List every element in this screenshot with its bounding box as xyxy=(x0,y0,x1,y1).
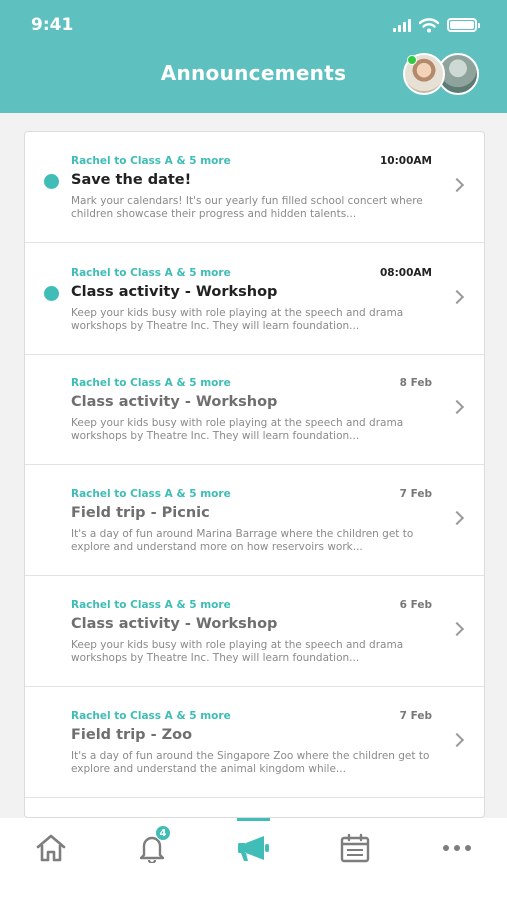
chevron-right-icon xyxy=(449,289,465,305)
announcement-item[interactable]: Rachel to Class A & 5 more 08:00AM Class… xyxy=(25,244,484,355)
announcement-preview: Keep your kids busy with role playing at… xyxy=(71,307,404,332)
chevron-right-icon xyxy=(449,510,465,526)
tab-home[interactable] xyxy=(0,818,101,878)
announcement-sender: Rachel to Class A & 5 more xyxy=(71,599,231,611)
tab-announcements[interactable] xyxy=(203,818,304,878)
announcement-sender: Rachel to Class A & 5 more xyxy=(71,267,231,279)
announcement-time: 6 Feb xyxy=(399,599,432,611)
announcement-title: Class activity - Workshop xyxy=(71,616,278,632)
status-time: 9:41 xyxy=(31,15,74,35)
chevron-right-icon xyxy=(449,621,465,637)
announcement-item[interactable]: Rachel to Class A & 5 more 6 Feb Class a… xyxy=(25,576,484,687)
announcement-preview: Mark your calendars! It's our yearly fun… xyxy=(71,195,423,220)
calendar-icon xyxy=(340,833,369,863)
announcement-item[interactable]: Rachel to Class A & 5 more 8 Feb Class a… xyxy=(25,354,484,465)
announcement-list: Rachel to Class A & 5 more 10:00AM Save … xyxy=(24,131,485,818)
announcement-time: 10:00AM xyxy=(380,155,432,167)
chevron-right-icon xyxy=(449,177,465,193)
announcement-title: Save the date! xyxy=(71,172,192,188)
profile-switcher[interactable] xyxy=(403,53,479,95)
status-icons xyxy=(393,17,480,33)
announcement-preview: Keep your kids busy with role playing at… xyxy=(71,639,404,664)
announcement-title: Field trip - Picnic xyxy=(71,505,210,521)
chevron-right-icon xyxy=(449,399,465,415)
wifi-icon xyxy=(419,17,439,32)
unread-dot xyxy=(44,174,59,189)
announcement-item[interactable]: Rachel to Class A & 5 more 7 Feb Field t… xyxy=(25,687,484,798)
announcement-title: Class activity - Workshop xyxy=(71,284,278,300)
announcement-sender: Rachel to Class A & 5 more xyxy=(71,488,231,500)
tab-calendar[interactable] xyxy=(304,818,405,878)
announcement-sender: Rachel to Class A & 5 more xyxy=(71,710,231,722)
chevron-right-icon xyxy=(449,732,465,748)
unread-dot xyxy=(44,286,59,301)
app-header: 9:41 Announcements xyxy=(0,0,507,113)
home-icon xyxy=(36,834,65,862)
announcement-time: 7 Feb xyxy=(399,488,432,500)
tab-bar: 4 xyxy=(0,818,507,900)
announcement-sender: Rachel to Class A & 5 more xyxy=(71,155,231,167)
announcement-item[interactable]: Rachel to Class A & 5 more 7 Feb Field t… xyxy=(25,465,484,576)
megaphone-icon xyxy=(237,836,269,861)
announcement-sender: Rachel to Class A & 5 more xyxy=(71,377,231,389)
announcement-item[interactable]: Rachel to Class A & 5 more 10:00AM Save … xyxy=(25,132,484,243)
notification-badge: 4 xyxy=(155,825,171,841)
more-icon xyxy=(442,845,471,851)
signal-icon xyxy=(393,18,411,32)
online-status-dot xyxy=(407,55,417,65)
announcement-time: 8 Feb xyxy=(399,377,432,389)
announcement-time: 08:00AM xyxy=(380,267,432,279)
tab-more[interactable] xyxy=(406,818,507,878)
battery-icon xyxy=(447,18,480,32)
announcement-time: 7 Feb xyxy=(399,710,432,722)
announcement-preview: It's a day of fun around Marina Barrage … xyxy=(71,528,414,553)
announcement-preview: Keep your kids busy with role playing at… xyxy=(71,417,404,442)
announcement-preview: It's a day of fun around the Singapore Z… xyxy=(71,750,430,775)
announcement-title: Field trip - Zoo xyxy=(71,727,193,743)
tab-notifications[interactable]: 4 xyxy=(101,818,202,878)
announcement-title: Class activity - Workshop xyxy=(71,394,278,410)
